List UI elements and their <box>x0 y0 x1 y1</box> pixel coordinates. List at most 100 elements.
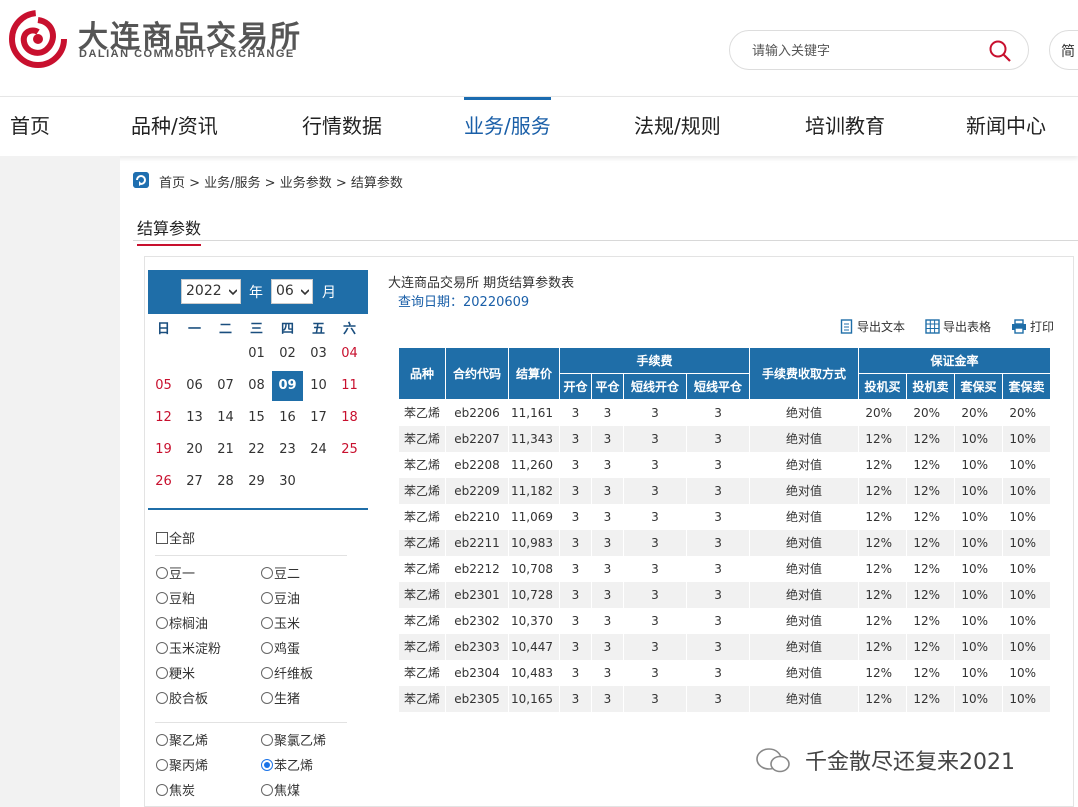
calendar-day[interactable]: 12 <box>148 403 179 433</box>
calendar-day[interactable]: 22 <box>241 435 272 465</box>
variety-option[interactable]: 焦炭 <box>156 783 195 801</box>
breadcrumb-path[interactable]: 首页 > 业务/服务 > 业务参数 > 结算参数 <box>159 172 403 191</box>
variety-option[interactable]: 聚丙烯 <box>156 758 208 776</box>
calendar-day[interactable]: 21 <box>210 435 241 465</box>
variety-option[interactable]: 聚乙烯 <box>156 733 208 751</box>
table-cell: 3 <box>623 581 687 608</box>
radio-icon[interactable] <box>261 567 273 579</box>
nav-products[interactable]: 品种/资讯 <box>131 97 218 156</box>
variety-option[interactable]: 粳米 <box>156 666 195 684</box>
dce-logo[interactable] <box>8 10 70 68</box>
table-cell: 3 <box>685 555 751 582</box>
calendar-day[interactable]: 07 <box>210 371 241 401</box>
year-select[interactable]: 2022 <box>181 279 241 304</box>
nav-training[interactable]: 培训教育 <box>805 97 885 156</box>
table-cell: 10,983 <box>508 529 560 556</box>
calendar-day[interactable]: 28 <box>210 467 241 497</box>
variety-label: 聚乙烯 <box>169 734 209 749</box>
variety-option[interactable]: 玉米淀粉 <box>156 641 221 659</box>
radio-icon[interactable] <box>156 667 168 679</box>
calendar-day[interactable]: 03 <box>303 339 334 369</box>
weekday-label: 日 <box>156 322 170 337</box>
calendar-day[interactable]: 14 <box>210 403 241 433</box>
nav-home[interactable]: 首页 <box>10 97 50 156</box>
radio-icon[interactable] <box>261 784 273 796</box>
variety-option[interactable]: 棕榈油 <box>156 616 208 634</box>
search-input[interactable] <box>752 41 972 61</box>
radio-icon[interactable] <box>261 617 273 629</box>
calendar-day[interactable]: 25 <box>334 435 365 465</box>
table-cell: 3 <box>559 503 592 530</box>
table-cell: 10% <box>1002 503 1052 530</box>
nav-market-data[interactable]: 行情数据 <box>302 97 382 156</box>
calendar-day[interactable]: 08 <box>241 371 272 401</box>
table-row: 苯乙烯 eb2305 10,165 3 3 3 3 绝对值 12% 12% 10% 10% <box>398 685 1052 712</box>
checkbox-icon[interactable] <box>156 532 168 544</box>
export-text-button[interactable]: 导出文本 <box>840 319 905 335</box>
table-row: 苯乙烯 eb2208 11,260 3 3 3 3 绝对值 12% 12% 10% 10% <box>398 451 1052 478</box>
radio-icon[interactable] <box>156 692 168 704</box>
search-icon[interactable] <box>988 39 1012 63</box>
radio-icon[interactable] <box>261 759 273 771</box>
export-table-button[interactable]: 导出表格 <box>925 319 991 335</box>
variety-option[interactable]: 焦煤 <box>261 783 300 801</box>
calendar-header: 2022 年 06 月 <box>148 270 368 314</box>
calendar-day[interactable]: 06 <box>179 371 210 401</box>
variety-option[interactable]: 生猪 <box>261 691 300 709</box>
radio-icon[interactable] <box>156 567 168 579</box>
calendar-day[interactable]: 18 <box>334 403 365 433</box>
variety-option[interactable]: 苯乙烯 <box>261 758 313 776</box>
radio-icon[interactable] <box>156 734 168 746</box>
calendar-day[interactable]: 02 <box>272 339 303 369</box>
radio-icon[interactable] <box>261 692 273 704</box>
table-cell: 3 <box>685 399 751 426</box>
calendar-day[interactable]: 19 <box>148 435 179 465</box>
variety-option[interactable]: 胶合板 <box>156 691 208 709</box>
calendar-day-selected[interactable]: 09 <box>272 371 303 401</box>
radio-icon[interactable] <box>261 642 273 654</box>
calendar-day[interactable]: 27 <box>179 467 210 497</box>
calendar-day[interactable]: 15 <box>241 403 272 433</box>
export-table-label: 导出表格 <box>943 320 992 334</box>
variety-option[interactable]: 豆二 <box>261 566 300 584</box>
nav-news[interactable]: 新闻中心 <box>966 97 1046 156</box>
variety-option[interactable]: 纤维板 <box>261 666 313 684</box>
all-checkbox[interactable]: 全部 <box>156 531 195 549</box>
nav-regulations[interactable]: 法规/规则 <box>634 97 721 156</box>
calendar-day[interactable]: 29 <box>241 467 272 497</box>
table-cell: 绝对值 <box>749 503 860 530</box>
radio-icon[interactable] <box>156 759 168 771</box>
radio-icon[interactable] <box>156 617 168 629</box>
variety-option[interactable]: 玉米 <box>261 616 300 634</box>
variety-option[interactable]: 聚氯乙烯 <box>261 733 326 751</box>
radio-icon[interactable] <box>261 667 273 679</box>
calendar-day[interactable]: 04 <box>334 339 365 369</box>
language-switch[interactable]: 简 <box>1049 30 1078 70</box>
radio-icon[interactable] <box>156 784 168 796</box>
calendar-day[interactable]: 11 <box>334 371 365 401</box>
print-button[interactable]: 打印 <box>1011 319 1054 335</box>
calendar-day[interactable]: 05 <box>148 371 179 401</box>
variety-option[interactable]: 豆一 <box>156 566 195 584</box>
table-cell: 12% <box>906 685 956 712</box>
month-select[interactable]: 06 <box>271 279 313 304</box>
calendar-day[interactable]: 26 <box>148 467 179 497</box>
variety-option[interactable]: 鸡蛋 <box>261 641 300 659</box>
calendar-day[interactable]: 23 <box>272 435 303 465</box>
radio-icon[interactable] <box>156 592 168 604</box>
calendar-day[interactable]: 24 <box>303 435 334 465</box>
calendar-day[interactable]: 17 <box>303 403 334 433</box>
radio-icon[interactable] <box>261 592 273 604</box>
nav-business-services[interactable]: 业务/服务 <box>464 97 551 156</box>
calendar-day[interactable]: 30 <box>272 467 303 497</box>
variety-option[interactable]: 豆粕 <box>156 591 195 609</box>
calendar-day[interactable]: 13 <box>179 403 210 433</box>
table-cell: 11,069 <box>508 503 560 530</box>
calendar-day[interactable]: 20 <box>179 435 210 465</box>
radio-icon[interactable] <box>156 642 168 654</box>
calendar-day[interactable]: 01 <box>241 339 272 369</box>
calendar-day[interactable]: 16 <box>272 403 303 433</box>
variety-option[interactable]: 豆油 <box>261 591 300 609</box>
calendar-day[interactable]: 10 <box>303 371 334 401</box>
radio-icon[interactable] <box>261 734 273 746</box>
